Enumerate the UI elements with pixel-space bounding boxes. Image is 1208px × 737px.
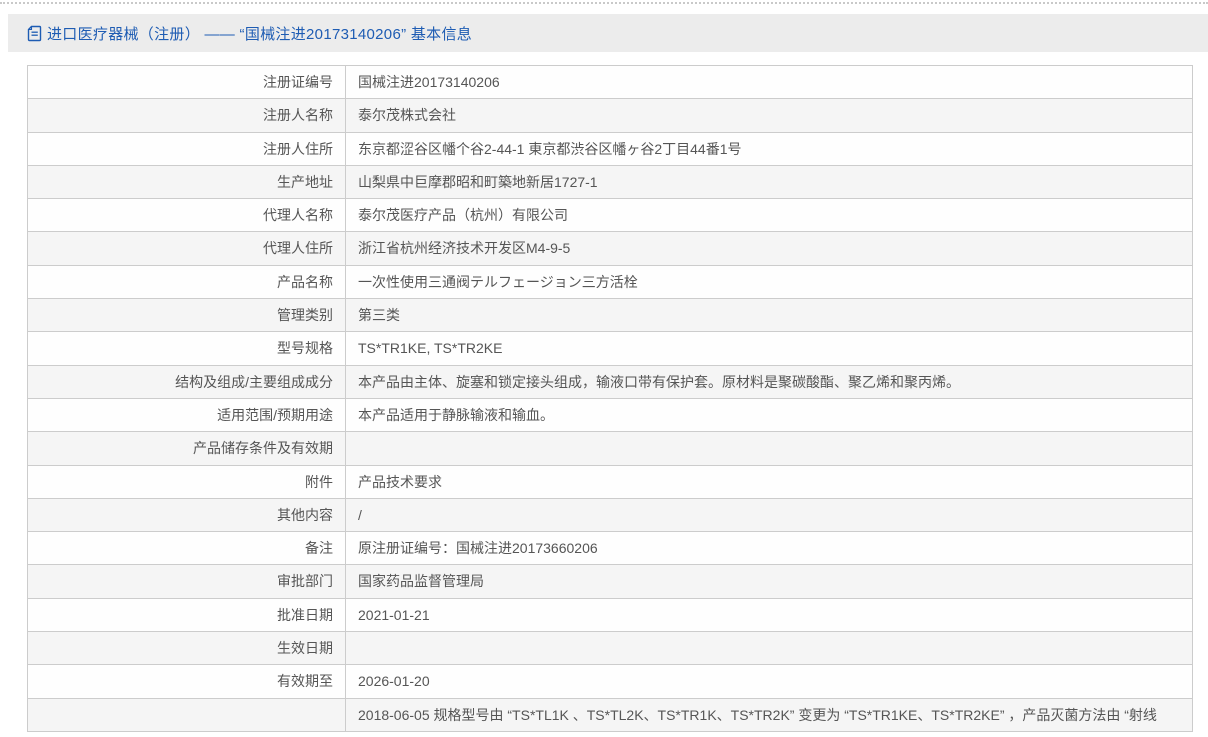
row-label: 注册人名称	[27, 98, 346, 133]
row-value: 2026-01-20	[345, 664, 1193, 699]
row-label: 附件	[27, 464, 346, 499]
table-row: 其他内容 /	[27, 497, 1193, 533]
row-value: 泰尔茂株式会社	[345, 98, 1193, 133]
row-label: 审批部门	[27, 564, 346, 599]
row-value: 产品技术要求	[345, 464, 1193, 499]
row-value: 国械注进20173140206	[345, 64, 1193, 100]
row-label: 有效期至	[27, 664, 346, 699]
table-row: 附件 产品技术要求	[27, 464, 1193, 499]
row-label: 生效日期	[27, 631, 346, 666]
row-value: 一次性使用三通阀テルフェージョン三方活栓	[345, 264, 1193, 300]
document-icon	[27, 25, 42, 42]
row-value: 国家药品监督管理局	[345, 564, 1193, 599]
table-row: 2018-06-05 规格型号由 “TS*TL1K 、TS*TL2K、TS*TR…	[27, 697, 1193, 732]
row-label: 型号规格	[27, 331, 346, 366]
table-row: 有效期至 2026-01-20	[27, 664, 1193, 699]
row-value: /	[345, 497, 1193, 533]
row-label: 备注	[27, 531, 346, 566]
table-row: 注册人名称 泰尔茂株式会社	[27, 98, 1193, 133]
table-row: 结构及组成/主要组成成分 本产品由主体、旋塞和锁定接头组成，输液口带有保护套。原材…	[27, 364, 1193, 399]
row-label: 批准日期	[27, 597, 346, 633]
row-value: 东京都涩谷区幡个谷2-44-1 東京都渋谷区幡ヶ谷2丁目44番1号	[345, 131, 1193, 166]
row-label: 适用范围/预期用途	[27, 397, 346, 433]
table-row: 适用范围/预期用途 本产品适用于静脉输液和输血。	[27, 397, 1193, 433]
row-value: 浙江省杭州经济技术开发区M4-9-5	[345, 231, 1193, 266]
row-value: 泰尔茂医疗产品（杭州）有限公司	[345, 198, 1193, 233]
main-panel: 进口医疗器械（注册） —— “国械注进20173140206” 基本信息 注册证…	[8, 14, 1208, 732]
row-label: 代理人名称	[27, 198, 346, 233]
panel-body: 注册证编号 国械注进20173140206 注册人名称 泰尔茂株式会社 注册人住所 东京都…	[8, 52, 1208, 732]
row-value: 2018-06-05 规格型号由 “TS*TL1K 、TS*TL2K、TS*TR…	[345, 697, 1193, 732]
row-label: 注册人住所	[27, 131, 346, 166]
row-value: 山梨県中巨摩郡昭和町築地新居1727-1	[345, 164, 1193, 200]
row-value: 原注册证编号：国械注进20173660206	[345, 531, 1193, 566]
table-row: 生产地址 山梨県中巨摩郡昭和町築地新居1727-1	[27, 164, 1193, 200]
row-label: 管理类别	[27, 298, 346, 333]
section-header: 进口医疗器械（注册） —— “国械注进20173140206” 基本信息	[8, 14, 1208, 52]
row-label: 生产地址	[27, 164, 346, 200]
table-row: 产品储存条件及有效期	[27, 431, 1193, 466]
table-row: 批准日期 2021-01-21	[27, 597, 1193, 633]
row-label	[27, 697, 346, 732]
table-row: 代理人名称 泰尔茂医疗产品（杭州）有限公司	[27, 198, 1193, 233]
page-top-divider	[0, 2, 1208, 4]
row-label: 结构及组成/主要组成成分	[27, 364, 346, 399]
table-row: 备注 原注册证编号：国械注进20173660206	[27, 531, 1193, 566]
row-label: 代理人住所	[27, 231, 346, 266]
table-row: 管理类别 第三类	[27, 298, 1193, 333]
row-value: 本产品适用于静脉输液和输血。	[345, 397, 1193, 433]
row-label: 产品储存条件及有效期	[27, 431, 346, 466]
row-value: 2021-01-21	[345, 597, 1193, 633]
row-label: 其他内容	[27, 497, 346, 533]
row-label: 产品名称	[27, 264, 346, 300]
row-value: 第三类	[345, 298, 1193, 333]
row-value: TS*TR1KE, TS*TR2KE	[345, 331, 1193, 366]
table-row: 代理人住所 浙江省杭州经济技术开发区M4-9-5	[27, 231, 1193, 266]
row-value	[345, 431, 1193, 466]
table-row: 注册人住所 东京都涩谷区幡个谷2-44-1 東京都渋谷区幡ヶ谷2丁目44番1号	[27, 131, 1193, 166]
page-title: 进口医疗器械（注册） —— “国械注进20173140206” 基本信息	[47, 25, 473, 43]
row-label: 注册证编号	[27, 64, 346, 100]
row-value: 本产品由主体、旋塞和锁定接头组成，输液口带有保护套。原材料是聚碳酸酯、聚乙烯和聚…	[345, 364, 1193, 399]
table-row: 产品名称 一次性使用三通阀テルフェージョン三方活栓	[27, 264, 1193, 300]
table-row: 审批部门 国家药品监督管理局	[27, 564, 1193, 599]
table-row: 注册证编号 国械注进20173140206	[27, 64, 1193, 100]
registration-info-table: 注册证编号 国械注进20173140206 注册人名称 泰尔茂株式会社 注册人住所 东京都…	[27, 64, 1193, 732]
row-value	[345, 631, 1193, 666]
table-row: 生效日期	[27, 631, 1193, 666]
table-row: 型号规格 TS*TR1KE, TS*TR2KE	[27, 331, 1193, 366]
